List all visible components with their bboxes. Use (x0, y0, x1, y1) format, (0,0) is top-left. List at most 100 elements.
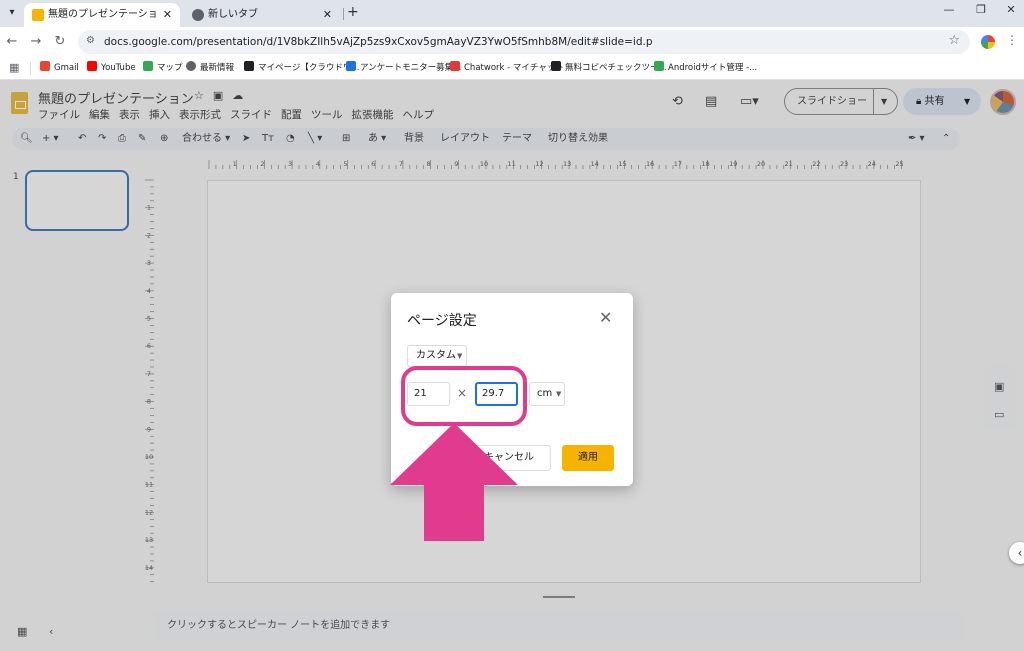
bookmark-crowdworks[interactable]: マイページ【クラウドワ... (244, 57, 359, 80)
apply-button[interactable]: 適用 (562, 445, 614, 471)
tab-close-icon[interactable]: ✕ (163, 3, 172, 27)
apps-grid-icon[interactable]: ▦ (9, 61, 19, 74)
bookmark-youtube[interactable]: YouTube (87, 57, 136, 80)
window-close-icon[interactable]: ✕ (996, 3, 1024, 16)
menu-help[interactable]: ヘルプ (403, 109, 435, 121)
new-slide-icon[interactable]: + ▾ (42, 128, 59, 150)
transition-button[interactable]: 切り替え効果 (548, 128, 608, 150)
chevron-down-icon: ▼ (556, 390, 562, 398)
chevron-down-icon[interactable]: ▼ (881, 89, 887, 114)
star-icon[interactable]: ☆ (194, 89, 213, 102)
restore-icon[interactable]: ❐ (966, 3, 996, 16)
collapse-toolbar-icon[interactable]: ⌃ (942, 128, 950, 150)
ruler-label: 10 (145, 453, 153, 461)
profile-avatar[interactable] (981, 35, 995, 49)
maps-icon (143, 61, 153, 71)
bookmark-maps[interactable]: マップ (143, 57, 183, 80)
undo-icon[interactable]: ↶ (78, 128, 86, 150)
insert-comment-icon[interactable]: ⊞ (342, 128, 350, 150)
preset-dropdown[interactable]: カスタム ▼ (407, 345, 467, 367)
bookmark-label: 最新情報 (200, 63, 235, 73)
line-icon[interactable]: ╲ ▾ (308, 128, 322, 150)
share-label: 共有 (924, 96, 945, 107)
tab-presentation[interactable]: 無題のプレゼンテーション - Google ✕ (24, 3, 180, 27)
document-title[interactable]: 無題のプレゼンテーション (38, 88, 194, 107)
cloud-status-icon[interactable]: ☁ (232, 89, 252, 102)
ruler-label: 12 (535, 160, 543, 168)
bookmark-label: Gmail (54, 63, 79, 73)
tab-new-tab[interactable]: 新しいタブ ✕ (184, 3, 340, 27)
comments-icon[interactable]: ▤ (705, 94, 717, 109)
menu-arrange[interactable]: 配置 (281, 109, 302, 121)
speaker-notes[interactable]: クリックするとスピーカー ノートを追加できます (154, 611, 962, 641)
menu-view[interactable]: 表示 (119, 109, 140, 121)
horizontal-ruler: 1 2 3 4 5 6 7 8 9 10 11 12 13 14 15 16 17 18 19 20 21 22 23 24 2… (208, 160, 904, 169)
tab-close-icon[interactable]: ✕ (323, 3, 332, 27)
menu-slide[interactable]: スライド (230, 109, 272, 121)
address-bar[interactable]: ⚙ docs.google.com/presentation/d/1V8bkZI… (78, 30, 970, 54)
bookmark-chatwork[interactable]: Chatwork - マイチャット (450, 57, 564, 80)
folder-icon[interactable]: ▭ (994, 408, 1004, 421)
bookmark-android[interactable]: Androidサイト管理 -... (654, 57, 757, 80)
share-button[interactable]: 🔒︎ 共有 ▼ (903, 88, 981, 115)
bookmark-gmail[interactable]: Gmail (40, 57, 79, 80)
redo-icon[interactable]: ↷ (98, 128, 106, 150)
layout-button[interactable]: レイアウト (440, 128, 490, 150)
close-icon[interactable]: ✕ (599, 309, 612, 327)
menu-format[interactable]: 表示形式 (179, 109, 221, 121)
url-text[interactable]: docs.google.com/presentation/d/1V8bkZIlh… (104, 30, 653, 54)
site-info-icon[interactable]: ⚙ (86, 35, 95, 46)
minimize-icon[interactable]: — (934, 3, 964, 16)
move-folder-icon[interactable]: ▣ (213, 89, 232, 102)
text-box-icon[interactable]: Tт (262, 128, 274, 150)
menu-file[interactable]: ファイル (38, 109, 80, 121)
ruler-label: 18 (701, 160, 709, 168)
zoom-icon[interactable]: ⊕ (160, 128, 168, 150)
bookmark-copy-check[interactable]: 無料コピペチェックツー... (551, 57, 667, 80)
bookmark-star-icon[interactable]: ☆ (948, 33, 960, 48)
forward-icon[interactable]: → (27, 33, 45, 51)
back-icon[interactable]: ← (3, 33, 21, 51)
menu-tools[interactable]: ツール (311, 109, 343, 121)
youtube-icon (87, 61, 97, 71)
pen-tool-icon[interactable]: ✒ ▾ (908, 128, 925, 150)
browser-menu-icon[interactable]: ⋮ (1006, 33, 1018, 47)
menu-extensions[interactable]: 拡張機能 (352, 109, 394, 121)
tab-search-icon[interactable]: ▾ (4, 5, 20, 21)
zoom-select[interactable]: 合わせる ▾ (182, 128, 230, 150)
slides-logo-icon[interactable] (11, 92, 28, 114)
chevron-down-icon[interactable]: ▼ (964, 88, 970, 115)
shape-icon[interactable]: ◔ (286, 128, 295, 150)
account-avatar[interactable] (990, 89, 1016, 115)
grid-view-icon[interactable]: ▦ (17, 625, 27, 638)
bookmark-survey[interactable]: アンケートモニター募集... (346, 57, 461, 80)
menu-edit[interactable]: 編集 (89, 109, 110, 121)
menu-insert[interactable]: 挿入 (149, 109, 170, 121)
theme-button[interactable]: テーマ (502, 128, 532, 150)
collapse-filmstrip-icon[interactable]: ‹ (49, 625, 53, 638)
select-tool-icon[interactable]: ➤ (242, 128, 250, 150)
keep-icon[interactable]: ▣ (994, 380, 1004, 393)
bookmark-news[interactable]: 最新情報 (186, 57, 234, 80)
version-history-icon[interactable]: ⟲ (672, 94, 683, 109)
slideshow-button[interactable]: スライドショー ▼ (784, 88, 898, 115)
copy-check-icon (551, 61, 561, 71)
text-style-icon[interactable]: あ ▾ (368, 128, 386, 150)
vertical-ruler: 1234567891011121314 (145, 179, 154, 582)
ruler-label: 3 (147, 259, 151, 267)
slide-thumbnail[interactable] (25, 170, 129, 231)
tab-title: 新しいタブ (208, 9, 258, 20)
notes-resize-handle[interactable] (543, 596, 575, 598)
hide-side-panel-icon[interactable]: ‹ (1009, 542, 1024, 564)
background-button[interactable]: 背景 (404, 128, 424, 150)
ruler-label: 7 (147, 370, 151, 378)
new-tab-button[interactable]: + (347, 4, 359, 20)
slideshow-divider (873, 89, 874, 114)
print-icon[interactable]: ⎙ (118, 128, 126, 150)
search-menus-icon[interactable]: 🔍︎ (20, 128, 33, 150)
meet-camera-icon[interactable]: ▭▾ (740, 94, 759, 109)
unit-dropdown[interactable]: cm ▼ (529, 382, 565, 406)
notes-placeholder[interactable]: クリックするとスピーカー ノートを追加できます (167, 611, 390, 641)
reload-icon[interactable]: ↻ (51, 33, 69, 51)
paint-format-icon[interactable]: ✎ (138, 128, 146, 150)
